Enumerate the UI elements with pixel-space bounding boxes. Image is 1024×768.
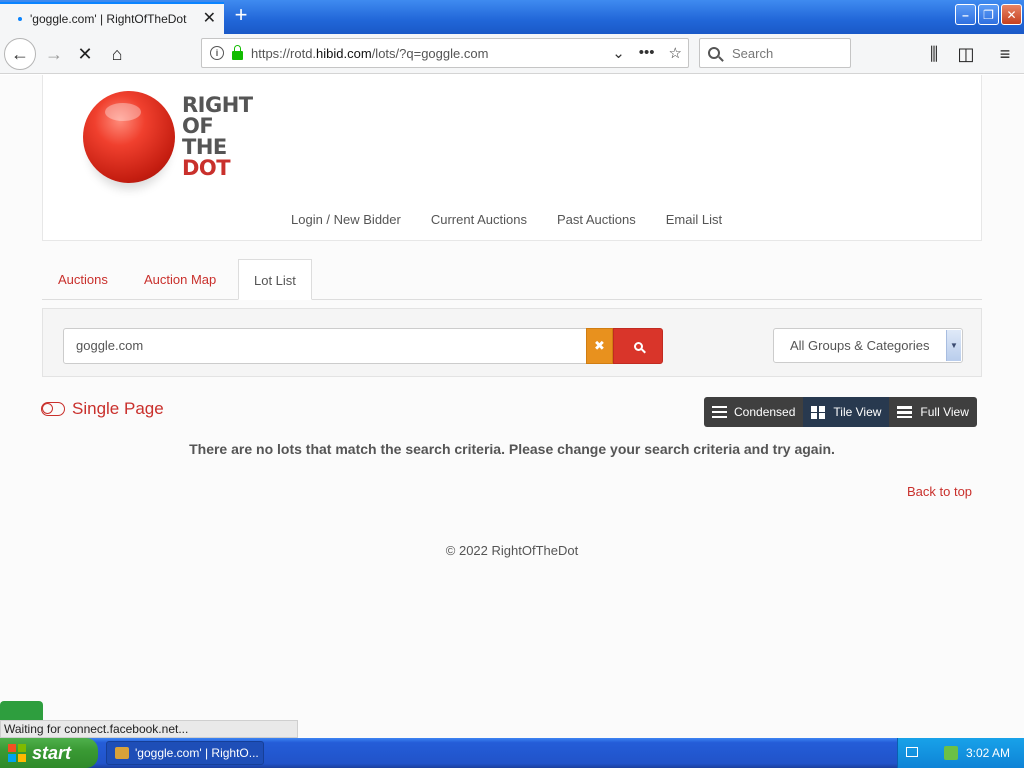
system-tray: 3:02 AM — [897, 738, 1024, 768]
page-tabs: Auctions Auction Map Lot List — [42, 259, 982, 300]
stop-icon[interactable]: ✕ — [71, 40, 99, 68]
keyboard-icon[interactable] — [906, 747, 918, 757]
start-button[interactable]: start — [0, 738, 98, 768]
tile-view-button[interactable]: Tile View — [803, 397, 890, 427]
tab-title: 'goggle.com' | RightOfTheDot — [30, 12, 187, 26]
sidebar-icon[interactable]: ◫ — [952, 40, 980, 68]
browser-tab[interactable]: 'goggle.com' | RightOfTheDot ✕ — [0, 2, 224, 34]
clear-search-button[interactable]: ✖ — [586, 328, 613, 364]
chevron-down-icon[interactable]: ⌄ — [612, 44, 625, 62]
nav-past-auctions[interactable]: Past Auctions — [557, 212, 636, 227]
site-logo[interactable]: RIGHT OF THE DOT — [182, 95, 253, 179]
forward-arrow-icon[interactable]: → — [40, 40, 68, 68]
back-to-top-link[interactable]: Back to top — [907, 484, 972, 499]
window-close-icon[interactable]: ✕ — [1001, 4, 1022, 25]
page-content: RIGHT OF THE DOT Login / New Bidder Curr… — [0, 75, 1024, 738]
top-nav: Login / New Bidder Current Auctions Past… — [291, 212, 722, 227]
status-bar: Waiting for connect.facebook.net... — [0, 720, 298, 738]
taskbar: start 'goggle.com' | RightO... 3:02 AM — [0, 738, 1024, 768]
loading-dot-icon — [18, 17, 22, 21]
single-page-toggle[interactable]: Single Page — [41, 399, 164, 419]
search-icon — [708, 47, 720, 59]
bookmark-star-icon[interactable]: ☆ — [669, 44, 682, 62]
windows-flag-icon — [8, 744, 26, 762]
tab-close-icon[interactable]: ✕ — [203, 10, 216, 28]
toggle-icon — [41, 402, 65, 416]
browser-window-icon — [115, 747, 129, 759]
network-icon[interactable] — [944, 746, 958, 760]
nav-email-list[interactable]: Email List — [666, 212, 722, 227]
back-arrow-icon[interactable]: ← — [4, 38, 36, 70]
category-select[interactable]: All Groups & Categories ▼ — [773, 328, 963, 363]
lot-search-panel: goggle.com ✖ All Groups & Categories ▼ — [42, 308, 982, 377]
url-text[interactable]: https://rotd.hibid.com/lots/?q=goggle.co… — [251, 46, 488, 61]
nav-login[interactable]: Login / New Bidder — [291, 212, 401, 227]
clock[interactable]: 3:02 AM — [966, 746, 1010, 760]
url-bar[interactable]: i https://rotd.hibid.com/lots/?q=goggle.… — [201, 38, 689, 68]
home-icon[interactable]: ⌂ — [103, 40, 131, 68]
copyright-text: © 2022 RightOfTheDot — [445, 543, 579, 558]
search-icon — [633, 341, 643, 351]
new-tab-icon[interactable]: + — [230, 3, 252, 29]
restore-icon[interactable]: ❐ — [978, 4, 999, 25]
view-toggle-group: Condensed Tile View Full View — [704, 397, 977, 427]
menu-icon[interactable]: ≡ — [991, 40, 1019, 68]
search-button[interactable] — [613, 328, 663, 364]
tab-auctions[interactable]: Auctions — [43, 259, 123, 300]
browser-search-input[interactable]: Search — [699, 38, 851, 68]
dropdown-arrow-icon[interactable]: ▼ — [946, 330, 961, 361]
grid-icon — [811, 405, 826, 419]
page-actions-icon[interactable]: ••• — [639, 44, 655, 62]
no-results-message: There are no lots that match the search … — [189, 441, 835, 457]
minimize-icon[interactable]: – — [955, 4, 976, 25]
tab-lot-list[interactable]: Lot List — [238, 259, 312, 300]
browser-navbar: ← → ✕ ⌂ i https://rotd.hibid.com/lots/?q… — [0, 34, 1024, 74]
logo-ball-icon[interactable] — [83, 91, 175, 183]
library-icon[interactable]: ⫼ — [920, 40, 948, 68]
tab-auction-map[interactable]: Auction Map — [129, 259, 231, 300]
list-icon — [712, 406, 727, 418]
site-header: RIGHT OF THE DOT Login / New Bidder Curr… — [42, 75, 982, 241]
taskbar-item-browser[interactable]: 'goggle.com' | RightO... — [106, 741, 264, 765]
clear-x-icon: ✖ — [594, 338, 605, 353]
nav-current-auctions[interactable]: Current Auctions — [431, 212, 527, 227]
full-list-icon — [897, 406, 913, 418]
browser-titlebar: 'goggle.com' | RightOfTheDot ✕ + – ❐ ✕ — [0, 0, 1024, 34]
lot-search-input[interactable]: goggle.com — [63, 328, 587, 364]
site-info-icon[interactable]: i — [210, 46, 224, 60]
condensed-view-button[interactable]: Condensed — [704, 397, 804, 427]
lock-icon — [232, 44, 243, 60]
full-view-button[interactable]: Full View — [889, 397, 977, 427]
